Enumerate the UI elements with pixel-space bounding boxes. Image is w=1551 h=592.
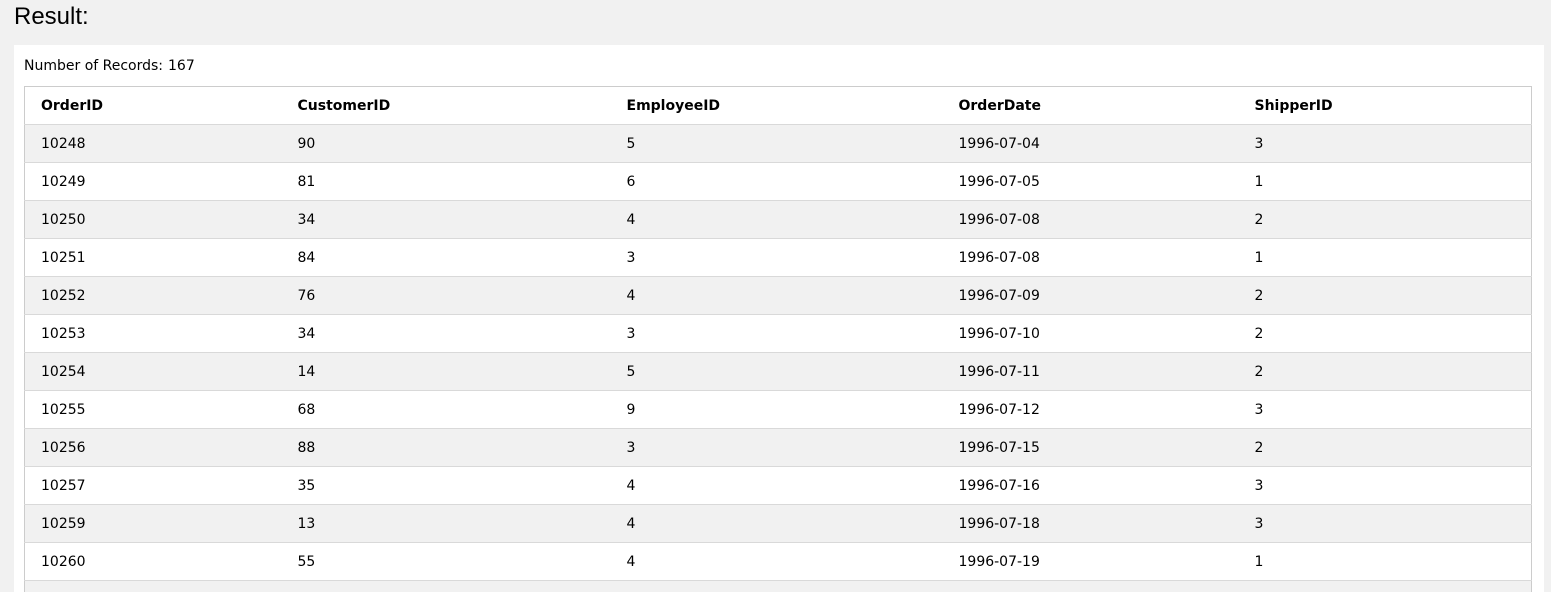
table-row: 10255 68 9 1996-07-12 3 (24, 390, 1532, 429)
cell-orderid: 10255 (24, 390, 282, 429)
cell-customerid: 13 (281, 504, 611, 543)
column-header-orderdate: OrderDate (942, 86, 1239, 125)
cell-customerid: 88 (281, 428, 611, 467)
cell-employeeid: 4 (610, 200, 943, 239)
cell-orderdate: 1996-07-16 (942, 466, 1239, 505)
table-row: 10254 14 5 1996-07-11 2 (24, 352, 1532, 391)
cell-orderid: 10254 (24, 352, 282, 391)
table-row: 10260 55 4 1996-07-19 1 (24, 542, 1532, 581)
cell-shipperid: 3 (1238, 390, 1532, 429)
cell-shipperid: 3 (1238, 124, 1532, 163)
column-header-employeeid: EmployeeID (610, 86, 943, 125)
cell-orderdate: 1996-07-12 (942, 390, 1239, 429)
cell-employeeid: 4 (610, 276, 943, 315)
record-count: Number of Records: 167 (24, 58, 195, 74)
cell-shipperid: 2 (1238, 200, 1532, 239)
cell-orderid: 10253 (24, 314, 282, 353)
cell-customerid: 76 (281, 276, 611, 315)
cell-orderdate: 1996-07-05 (942, 162, 1239, 201)
cell-customerid: 35 (281, 466, 611, 505)
header-row: OrderID CustomerID EmployeeID OrderDate … (24, 86, 1532, 125)
cell-orderid: 10249 (24, 162, 282, 201)
column-header-orderid: OrderID (24, 86, 282, 125)
cell-orderid (24, 580, 282, 592)
cell-orderdate: 1996-07-10 (942, 314, 1239, 353)
cell-shipperid: 1 (1238, 162, 1532, 201)
cell-customerid: 84 (281, 238, 611, 277)
cell-orderdate: 1996-07-09 (942, 276, 1239, 315)
result-panel: Number of Records: 167 OrderID CustomerID… (14, 45, 1544, 592)
cell-orderid: 10252 (24, 276, 282, 315)
cell-shipperid (1238, 580, 1532, 592)
cell-orderdate: 1996-07-08 (942, 200, 1239, 239)
cell-shipperid: 1 (1238, 542, 1532, 581)
cell-orderdate: 1996-07-19 (942, 542, 1239, 581)
table-row: 10259 13 4 1996-07-18 3 (24, 504, 1532, 543)
cell-customerid: 55 (281, 542, 611, 581)
table-row: 10257 35 4 1996-07-16 3 (24, 466, 1532, 505)
cell-shipperid: 2 (1238, 428, 1532, 467)
cell-employeeid: 3 (610, 314, 943, 353)
cell-orderdate (942, 580, 1239, 592)
table-row: 10253 34 3 1996-07-10 2 (24, 314, 1532, 353)
cell-employeeid: 5 (610, 352, 943, 391)
cell-orderid: 10248 (24, 124, 282, 163)
cell-orderdate: 1996-07-11 (942, 352, 1239, 391)
cell-employeeid: 6 (610, 162, 943, 201)
cell-shipperid: 3 (1238, 466, 1532, 505)
cell-shipperid: 2 (1238, 276, 1532, 315)
record-count-label: Number of Records: (24, 58, 164, 74)
cell-employeeid (610, 580, 943, 592)
result-heading: Result: (14, 3, 89, 30)
cell-orderdate: 1996-07-18 (942, 504, 1239, 543)
cell-orderid: 10251 (24, 238, 282, 277)
cell-orderid: 10260 (24, 542, 282, 581)
cell-orderdate: 1996-07-15 (942, 428, 1239, 467)
table-row: 10256 88 3 1996-07-15 2 (24, 428, 1532, 467)
cell-orderid: 10257 (24, 466, 282, 505)
table-header: OrderID CustomerID EmployeeID OrderDate … (24, 86, 1532, 125)
table-row: 10249 81 6 1996-07-05 1 (24, 162, 1532, 201)
table-row (24, 580, 1532, 592)
cell-customerid: 14 (281, 352, 611, 391)
cell-customerid: 68 (281, 390, 611, 429)
cell-customerid: 34 (281, 200, 611, 239)
cell-customerid: 90 (281, 124, 611, 163)
cell-orderdate: 1996-07-04 (942, 124, 1239, 163)
cell-shipperid: 1 (1238, 238, 1532, 277)
column-header-customerid: CustomerID (281, 86, 611, 125)
cell-employeeid: 9 (610, 390, 943, 429)
cell-employeeid: 4 (610, 466, 943, 505)
cell-employeeid: 4 (610, 504, 943, 543)
table-body: 10248 90 5 1996-07-04 3 10249 81 6 1996-07-05 1 10… (24, 124, 1532, 592)
cell-employeeid: 3 (610, 238, 943, 277)
column-header-shipperid: ShipperID (1238, 86, 1532, 125)
record-count-value: 167 (168, 58, 195, 74)
table-row: 10252 76 4 1996-07-09 2 (24, 276, 1532, 315)
cell-shipperid: 2 (1238, 314, 1532, 353)
table-row: 10250 34 4 1996-07-08 2 (24, 200, 1532, 239)
cell-orderdate: 1996-07-08 (942, 238, 1239, 277)
cell-shipperid: 2 (1238, 352, 1532, 391)
cell-customerid: 34 (281, 314, 611, 353)
cell-orderid: 10256 (24, 428, 282, 467)
cell-employeeid: 4 (610, 542, 943, 581)
cell-customerid: 81 (281, 162, 611, 201)
cell-shipperid: 3 (1238, 504, 1532, 543)
table-row: 10251 84 3 1996-07-08 1 (24, 238, 1532, 277)
table-row: 10248 90 5 1996-07-04 3 (24, 124, 1532, 163)
cell-orderid: 10259 (24, 504, 282, 543)
cell-orderid: 10250 (24, 200, 282, 239)
cell-customerid (281, 580, 611, 592)
cell-employeeid: 3 (610, 428, 943, 467)
results-table: OrderID CustomerID EmployeeID OrderDate … (24, 86, 1532, 592)
cell-employeeid: 5 (610, 124, 943, 163)
